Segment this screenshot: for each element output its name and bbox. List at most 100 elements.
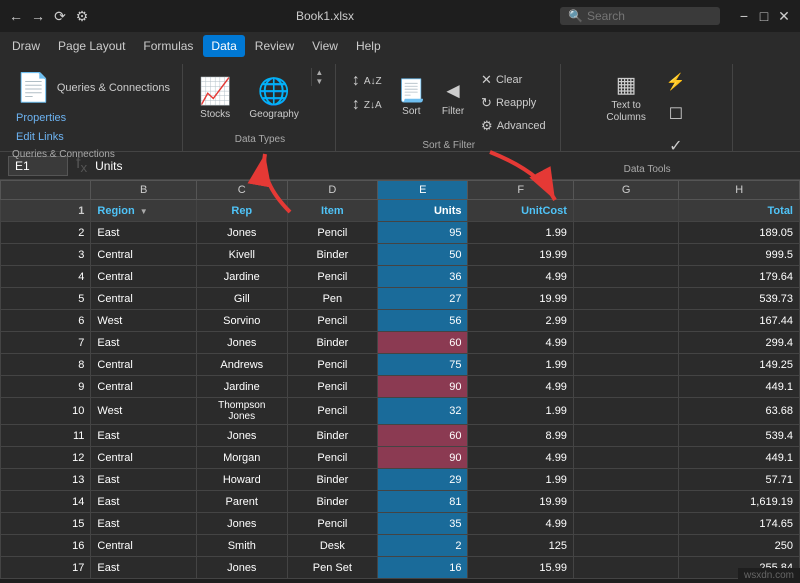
sort-az-btn[interactable]: ↕ A↓Z	[346, 70, 388, 92]
cell-d4[interactable]: Pencil	[287, 266, 377, 288]
cell-e14[interactable]: 81	[378, 491, 468, 513]
cell-e6[interactable]: 56	[378, 310, 468, 332]
cell-g8[interactable]: 149.25	[679, 354, 800, 376]
back-btn[interactable]: ←	[8, 8, 24, 24]
minimize-btn[interactable]: −	[736, 8, 752, 24]
refresh-btn[interactable]: ⟳	[52, 8, 68, 24]
cell-d8[interactable]: Pencil	[287, 354, 377, 376]
menu-draw[interactable]: Draw	[4, 35, 48, 57]
cell-g13[interactable]: 57.71	[679, 469, 800, 491]
cell-c8[interactable]: Andrews	[196, 354, 287, 376]
cell-c17[interactable]: Jones	[196, 557, 287, 579]
cell-b14[interactable]: East	[91, 491, 196, 513]
cell-b16[interactable]: Central	[91, 535, 196, 557]
cell-d15[interactable]: Pencil	[287, 513, 377, 535]
cell-f10[interactable]: 1.99	[468, 398, 573, 425]
sort-za-btn[interactable]: ↕ Z↓A	[346, 94, 388, 116]
cell-f7[interactable]: 4.99	[468, 332, 573, 354]
formula-input[interactable]	[95, 159, 792, 173]
cell-d5[interactable]: Pen	[287, 288, 377, 310]
ribbon-btn-stocks[interactable]: 📈 Stocks	[193, 68, 237, 128]
cell-c3[interactable]: Kivell	[196, 244, 287, 266]
cell-f15[interactable]: 4.99	[468, 513, 573, 535]
cell-d13[interactable]: Binder	[287, 469, 377, 491]
cell-c7[interactable]: Jones	[196, 332, 287, 354]
cell-e17[interactable]: 16	[378, 557, 468, 579]
cell-g12[interactable]: 449.1	[679, 447, 800, 469]
header-total[interactable]: Total	[679, 200, 800, 222]
cell-b9[interactable]: Central	[91, 376, 196, 398]
cell-g14[interactable]: 1,619.19	[679, 491, 800, 513]
cell-b5[interactable]: Central	[91, 288, 196, 310]
cell-g6[interactable]: 167.44	[679, 310, 800, 332]
header-units[interactable]: Units	[378, 200, 468, 222]
cell-c11[interactable]: Jones	[196, 425, 287, 447]
col-header-c[interactable]: C	[196, 181, 287, 200]
col-header-e[interactable]: E	[378, 181, 468, 200]
cell-f6[interactable]: 2.99	[468, 310, 573, 332]
flash-fill-btn[interactable]: ⚡	[658, 68, 694, 96]
cell-c15[interactable]: Jones	[196, 513, 287, 535]
cell-d9[interactable]: Pencil	[287, 376, 377, 398]
menu-data[interactable]: Data	[203, 35, 244, 57]
cell-e5[interactable]: 27	[378, 288, 468, 310]
cell-g4[interactable]: 179.64	[679, 266, 800, 288]
remove-duplicates-btn[interactable]: ☐	[658, 100, 694, 128]
data-validation-btn[interactable]: ✓	[658, 132, 694, 160]
maximize-btn[interactable]: □	[756, 8, 772, 24]
menu-view[interactable]: View	[304, 35, 346, 57]
ribbon-btn-geography[interactable]: 🌐 Geography	[243, 68, 304, 128]
cell-f4[interactable]: 4.99	[468, 266, 573, 288]
cell-d14[interactable]: Binder	[287, 491, 377, 513]
cell-g9[interactable]: 449.1	[679, 376, 800, 398]
cell-d11[interactable]: Binder	[287, 425, 377, 447]
cell-f12[interactable]: 4.99	[468, 447, 573, 469]
menu-help[interactable]: Help	[348, 35, 389, 57]
cell-e4[interactable]: 36	[378, 266, 468, 288]
cell-f9[interactable]: 4.99	[468, 376, 573, 398]
cell-b3[interactable]: Central	[91, 244, 196, 266]
cell-g7[interactable]: 299.4	[679, 332, 800, 354]
cell-g10[interactable]: 63.68	[679, 398, 800, 425]
cell-b6[interactable]: West	[91, 310, 196, 332]
menu-page-layout[interactable]: Page Layout	[50, 35, 133, 57]
cell-f14[interactable]: 19.99	[468, 491, 573, 513]
cell-c2[interactable]: Jones	[196, 222, 287, 244]
cell-b10[interactable]: West	[91, 398, 196, 425]
cell-d17[interactable]: Pen Set	[287, 557, 377, 579]
queries-link-edit-links[interactable]: Edit Links	[12, 129, 68, 145]
cell-e11[interactable]: 60	[378, 425, 468, 447]
cell-d2[interactable]: Pencil	[287, 222, 377, 244]
close-btn[interactable]: ✕	[776, 8, 792, 24]
cell-c6[interactable]: Sorvino	[196, 310, 287, 332]
cell-e13[interactable]: 29	[378, 469, 468, 491]
cell-b7[interactable]: East	[91, 332, 196, 354]
cell-d3[interactable]: Binder	[287, 244, 377, 266]
header-unitcost[interactable]: UnitCost	[468, 200, 573, 222]
cell-c10[interactable]: ThompsonJones	[196, 398, 287, 425]
menu-review[interactable]: Review	[247, 35, 302, 57]
ribbon-btn-sort[interactable]: 📃 Sort	[392, 68, 431, 128]
cell-b15[interactable]: East	[91, 513, 196, 535]
cell-e16[interactable]: 2	[378, 535, 468, 557]
cell-e9[interactable]: 90	[378, 376, 468, 398]
cell-b13[interactable]: East	[91, 469, 196, 491]
cell-e3[interactable]: 50	[378, 244, 468, 266]
header-rep[interactable]: Rep	[196, 200, 287, 222]
cell-e12[interactable]: 90	[378, 447, 468, 469]
forward-btn[interactable]: →	[30, 8, 46, 24]
col-header-d[interactable]: D	[287, 181, 377, 200]
cell-c12[interactable]: Morgan	[196, 447, 287, 469]
window-controls[interactable]: ← → ⟳ ⚙	[8, 8, 90, 24]
cell-e15[interactable]: 35	[378, 513, 468, 535]
cell-c13[interactable]: Howard	[196, 469, 287, 491]
cell-b11[interactable]: East	[91, 425, 196, 447]
search-bar[interactable]: 🔍	[560, 7, 720, 25]
cell-f11[interactable]: 8.99	[468, 425, 573, 447]
queries-link-properties[interactable]: Properties	[12, 110, 70, 126]
cell-c16[interactable]: Smith	[196, 535, 287, 557]
ribbon-btn-filter[interactable]: ◄ Filter	[435, 68, 471, 128]
cell-b8[interactable]: Central	[91, 354, 196, 376]
ribbon-btn-text-to-columns[interactable]: ▦ Text toColumns	[600, 68, 651, 128]
cell-d7[interactable]: Binder	[287, 332, 377, 354]
